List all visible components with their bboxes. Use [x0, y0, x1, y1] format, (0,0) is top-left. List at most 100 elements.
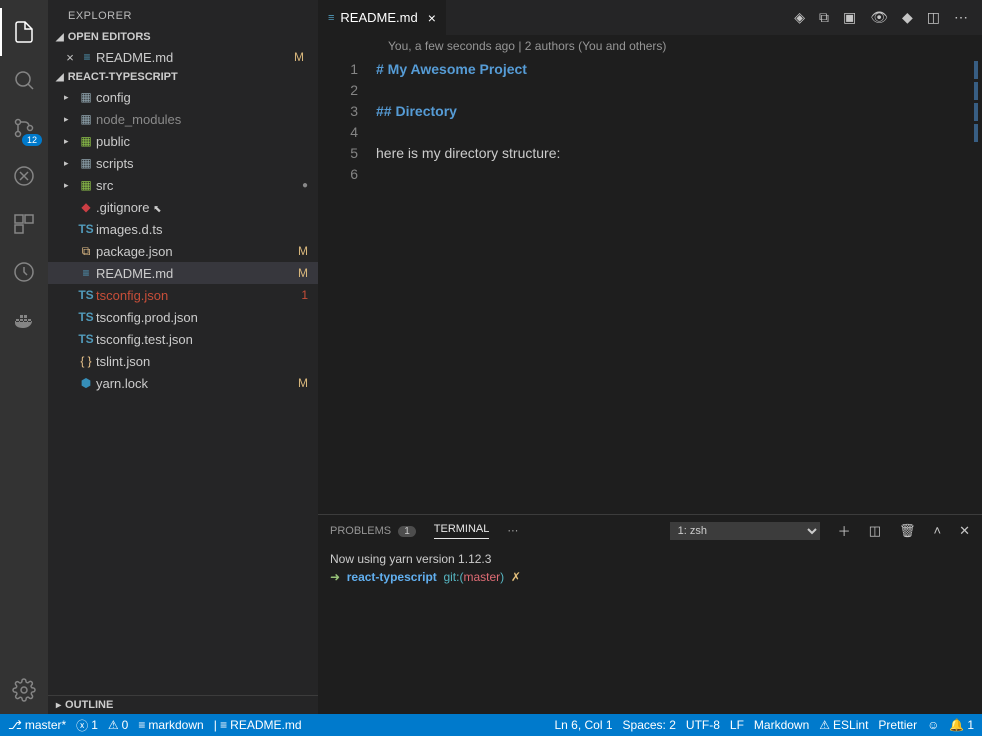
status-errors[interactable]: ⓧ 1 — [76, 717, 98, 734]
maximize-panel-icon[interactable]: ˄ — [934, 523, 942, 538]
folder-item[interactable]: ▸ ▦ public — [48, 130, 318, 152]
file-icon: ≡ — [78, 50, 96, 64]
settings-icon[interactable] — [0, 666, 48, 714]
file-icon: ⬢ — [76, 376, 96, 390]
file-icon: ▦ — [76, 90, 96, 104]
close-icon[interactable]: × — [62, 50, 78, 65]
new-terminal-icon[interactable]: ＋ — [838, 521, 851, 540]
file-item[interactable]: { } tslint.json — [48, 350, 318, 372]
file-item[interactable]: TS tsconfig.test.json — [48, 328, 318, 350]
editor-area: ≡ README.md × ◈ ⧉ ▣ 👁 ◆ ◫ ⋯ You, a few s… — [318, 0, 982, 714]
status-eol[interactable]: LF — [730, 718, 744, 732]
explorer-icon[interactable] — [0, 8, 48, 56]
status-language[interactable]: Markdown — [754, 718, 809, 732]
tab-readme[interactable]: ≡ README.md × — [318, 0, 446, 35]
code-line[interactable]: # My Awesome Project — [376, 59, 982, 80]
panel: PROBLEMS 1 TERMINAL ⋯ 1: zsh ＋ ◫ 🗑 ˄ ✕ N… — [318, 514, 982, 714]
tab-label: README.md — [340, 10, 417, 25]
line-number: 4 — [318, 122, 358, 143]
status-encoding[interactable]: UTF-8 — [686, 718, 720, 732]
file-item[interactable]: ≡ README.md M — [48, 262, 318, 284]
panel-more-icon[interactable]: ⋯ — [507, 524, 518, 537]
kill-terminal-icon[interactable]: 🗑 — [899, 523, 916, 539]
status-markdown[interactable]: ≡ markdown — [138, 718, 203, 732]
gitlens-icon[interactable] — [0, 248, 48, 296]
open-editor-item[interactable]: × ≡ README.md M — [48, 46, 318, 68]
status-path[interactable]: | ≡ README.md — [214, 718, 302, 732]
file-item[interactable]: TS tsconfig.prod.json — [48, 306, 318, 328]
status-spaces[interactable]: Spaces: 2 — [623, 718, 676, 732]
status-warnings[interactable]: ⚠ 0 — [108, 718, 128, 732]
file-name: images.d.ts — [96, 222, 318, 237]
folder-item[interactable]: ▸ ▦ node_modules — [48, 108, 318, 130]
line-number: 6 — [318, 164, 358, 185]
code-line[interactable] — [376, 164, 982, 185]
status-lncol[interactable]: Ln 6, Col 1 — [554, 718, 612, 732]
code-text[interactable]: # My Awesome Project ## Directory here i… — [376, 57, 982, 514]
terminal-selector[interactable]: 1: zsh — [670, 522, 820, 540]
source-control-icon[interactable]: 12 — [0, 104, 48, 152]
folder-item[interactable]: ▸ ▦ config — [48, 86, 318, 108]
close-icon[interactable]: × — [424, 10, 436, 26]
project-header[interactable]: ◢ REACT-TYPESCRIPT — [48, 68, 318, 86]
terminal-body[interactable]: Now using yarn version 1.12.3 ➜ react-ty… — [318, 546, 982, 714]
file-item[interactable]: ⬢ yarn.lock M — [48, 372, 318, 394]
chevron-icon: ▸ — [64, 158, 76, 169]
status-eslint[interactable]: ⚠ ESLint — [819, 718, 868, 732]
file-name: tsconfig.prod.json — [96, 310, 318, 325]
dirty-dot: ● — [302, 180, 308, 191]
status-bell[interactable]: 🔔 1 — [949, 718, 974, 732]
close-panel-icon[interactable]: ✕ — [959, 523, 970, 539]
code-editor[interactable]: 123456 # My Awesome Project ## Directory… — [318, 57, 982, 514]
problems-count: 1 — [398, 526, 416, 537]
more-actions-icon[interactable]: ⋯ — [954, 9, 968, 26]
status-prettier[interactable]: Prettier — [878, 718, 917, 732]
split-terminal-icon[interactable]: ◫ — [869, 523, 881, 539]
open-editors-header[interactable]: ◢ OPEN EDITORS — [48, 28, 318, 46]
chevron-icon: ▸ — [64, 92, 76, 103]
file-name: node_modules — [96, 112, 318, 127]
folder-item[interactable]: ▸ ▦ scripts — [48, 152, 318, 174]
file-name: src — [96, 178, 302, 193]
code-line[interactable] — [376, 80, 982, 101]
outline-header[interactable]: ▸ OUTLINE — [48, 695, 318, 714]
file-item[interactable]: TS images.d.ts — [48, 218, 318, 240]
git-compare-icon[interactable]: ⧉ — [819, 9, 829, 26]
search-icon[interactable] — [0, 56, 48, 104]
file-name: README.md — [96, 266, 298, 281]
file-item[interactable]: ⧉ package.json M — [48, 240, 318, 262]
status-branch[interactable]: ⎇ master* — [8, 718, 66, 732]
file-name: scripts — [96, 156, 318, 171]
tab-problems[interactable]: PROBLEMS 1 — [330, 525, 416, 537]
code-line[interactable]: here is my directory structure: — [376, 143, 982, 164]
sidebar: EXPLORER ◢ OPEN EDITORS × ≡ README.md M … — [48, 0, 318, 714]
extensions-icon[interactable] — [0, 200, 48, 248]
code-line[interactable]: ## Directory — [376, 101, 982, 122]
preview-side-icon[interactable]: 👁 — [870, 9, 888, 26]
status-feedback[interactable]: ☺ — [927, 718, 939, 732]
open-preview-icon[interactable]: ▣ — [843, 9, 856, 26]
file-item[interactable]: TS tsconfig.json 1 — [48, 284, 318, 306]
status-badge: M — [298, 266, 308, 280]
diff-icon[interactable]: ◆ — [902, 9, 913, 26]
tabs-row: ≡ README.md × ◈ ⧉ ▣ 👁 ◆ ◫ ⋯ — [318, 0, 982, 35]
status-badge: M — [298, 244, 308, 258]
modified-badge: M — [294, 50, 304, 64]
docker-icon[interactable] — [0, 296, 48, 344]
file-icon: ▦ — [76, 178, 96, 192]
debug-icon[interactable] — [0, 152, 48, 200]
folder-item[interactable]: ▸ ▦ src ● — [48, 174, 318, 196]
split-editor-icon[interactable]: ◫ — [927, 9, 940, 26]
file-item[interactable]: ◆ .gitignore ⬉ — [48, 196, 318, 218]
tab-terminal[interactable]: TERMINAL — [434, 523, 490, 539]
file-name: tsconfig.json — [96, 288, 301, 303]
line-number: 1 — [318, 59, 358, 80]
file-icon: ▦ — [76, 156, 96, 170]
file-icon: ⧉ — [76, 244, 96, 259]
file-icon: { } — [76, 354, 96, 368]
gitlens-action-icon[interactable]: ◈ — [794, 9, 805, 26]
status-badge: 1 — [301, 288, 308, 302]
chevron-right-icon: ▸ — [56, 700, 61, 711]
code-line[interactable] — [376, 122, 982, 143]
minimap[interactable] — [974, 61, 978, 142]
